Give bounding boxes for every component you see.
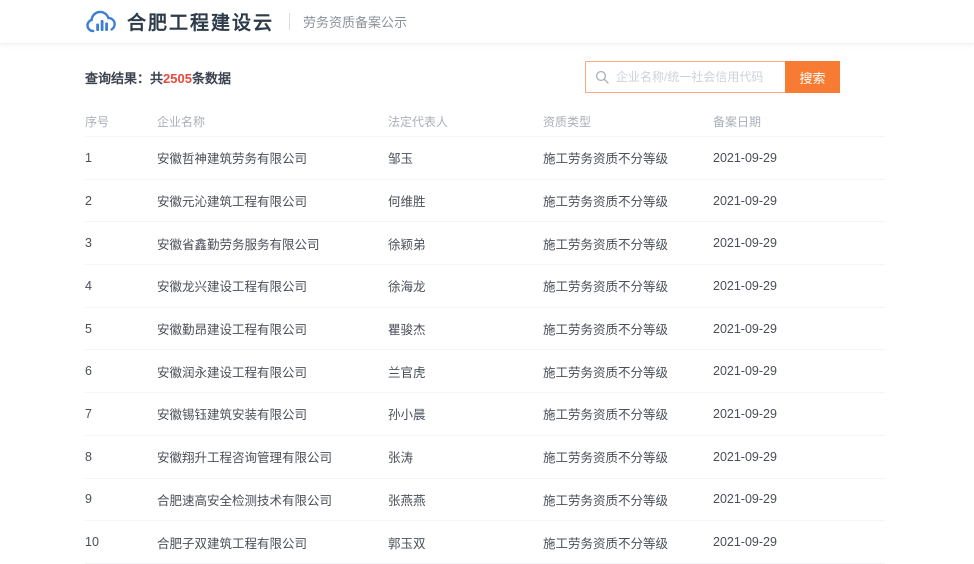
cell-representative: 徐海龙 [388,276,543,295]
cell-index: 10 [85,535,157,549]
table-row: 9 合肥速高安全检测技术有限公司 张燕燕 施工劳务资质不分等级 2021-09-… [85,479,885,522]
cell-index: 4 [85,279,157,293]
results-count: 2505 [163,71,192,86]
table-header-row: 序号 企业名称 法定代表人 资质类型 备案日期 [85,107,885,137]
table-row: 6 安徽润永建设工程有限公司 兰官虎 施工劳务资质不分等级 2021-09-29 [85,350,885,393]
cell-date: 2021-09-29 [713,450,885,464]
cell-qualification: 施工劳务资质不分等级 [543,533,713,552]
search-input[interactable] [616,70,776,84]
app-header: 合肥工程建设云 劳务资质备案公示 [0,0,974,44]
search-icon [595,70,609,84]
search-box [585,61,785,93]
cell-date: 2021-09-29 [713,407,885,421]
cell-representative: 兰官虎 [388,362,543,381]
results-suffix: 条数据 [192,71,231,86]
cell-date: 2021-09-29 [713,322,885,336]
cell-company: 安徽龙兴建设工程有限公司 [157,276,388,295]
cell-representative: 瞿骏杰 [388,319,543,338]
cell-date: 2021-09-29 [713,364,885,378]
table-row: 8 安徽翔升工程咨询管理有限公司 张涛 施工劳务资质不分等级 2021-09-2… [85,436,885,479]
cell-representative: 张燕燕 [388,490,543,509]
search-button[interactable]: 搜索 [785,61,840,93]
column-header-representative: 法定代表人 [388,113,543,130]
cell-index: 6 [85,364,157,378]
cell-date: 2021-09-29 [713,279,885,293]
cell-representative: 邹玉 [388,148,543,167]
table-row: 1 安徽哲神建筑劳务有限公司 邹玉 施工劳务资质不分等级 2021-09-29 [85,137,885,180]
cell-date: 2021-09-29 [713,194,885,208]
column-header-index: 序号 [85,113,157,130]
table-row: 2 安徽元沁建筑工程有限公司 何维胜 施工劳务资质不分等级 2021-09-29 [85,180,885,223]
table-row: 4 安徽龙兴建设工程有限公司 徐海龙 施工劳务资质不分等级 2021-09-29 [85,265,885,308]
cell-representative: 张涛 [388,447,543,466]
table-row: 10 合肥子双建筑工程有限公司 郭玉双 施工劳务资质不分等级 2021-09-2… [85,521,885,564]
cell-company: 安徽元沁建筑工程有限公司 [157,191,388,210]
cell-date: 2021-09-29 [713,492,885,506]
cell-company: 安徽哲神建筑劳务有限公司 [157,148,388,167]
cell-representative: 孙小晨 [388,404,543,423]
cell-company: 安徽勤昂建设工程有限公司 [157,319,388,338]
brand-title[interactable]: 合肥工程建设云 [127,8,274,35]
cell-index: 2 [85,194,157,208]
table-row: 3 安徽省鑫勤劳务服务有限公司 徐颖弟 施工劳务资质不分等级 2021-09-2… [85,222,885,265]
main-content: 查询结果：共2505条数据 搜索 序号 企业名称 法定代表人 资质类型 备案日期 [85,61,885,564]
cell-index: 5 [85,322,157,336]
results-prefix: 查询结果：共 [85,71,163,86]
cell-qualification: 施工劳务资质不分等级 [543,490,713,509]
cloud-chart-icon[interactable] [84,7,120,37]
cell-qualification: 施工劳务资质不分等级 [543,148,713,167]
cell-qualification: 施工劳务资质不分等级 [543,234,713,253]
cell-company: 合肥速高安全检测技术有限公司 [157,490,388,509]
cell-qualification: 施工劳务资质不分等级 [543,362,713,381]
header-divider [289,13,290,30]
results-summary: 查询结果：共2505条数据 [85,68,231,87]
cell-company: 安徽锡钰建筑安装有限公司 [157,404,388,423]
cell-qualification: 施工劳务资质不分等级 [543,276,713,295]
table-body: 1 安徽哲神建筑劳务有限公司 邹玉 施工劳务资质不分等级 2021-09-29 … [85,137,885,564]
cell-company: 合肥子双建筑工程有限公司 [157,533,388,552]
cell-company: 安徽润永建设工程有限公司 [157,362,388,381]
column-header-qualification: 资质类型 [543,113,713,130]
cell-index: 3 [85,236,157,250]
cell-qualification: 施工劳务资质不分等级 [543,319,713,338]
cell-index: 7 [85,407,157,421]
cell-representative: 郭玉双 [388,533,543,552]
search-group: 搜索 [585,61,840,93]
cell-company: 安徽翔升工程咨询管理有限公司 [157,447,388,466]
cell-qualification: 施工劳务资质不分等级 [543,447,713,466]
column-header-date: 备案日期 [713,113,885,130]
cell-representative: 何维胜 [388,191,543,210]
filings-table: 序号 企业名称 法定代表人 资质类型 备案日期 1 安徽哲神建筑劳务有限公司 邹… [85,107,885,564]
cell-company: 安徽省鑫勤劳务服务有限公司 [157,234,388,253]
cell-index: 1 [85,151,157,165]
cell-qualification: 施工劳务资质不分等级 [543,404,713,423]
cell-date: 2021-09-29 [713,151,885,165]
cell-index: 8 [85,450,157,464]
page-subtitle: 劳务资质备案公示 [303,12,407,31]
cell-index: 9 [85,492,157,506]
cell-representative: 徐颖弟 [388,234,543,253]
table-row: 7 安徽锡钰建筑安装有限公司 孙小晨 施工劳务资质不分等级 2021-09-29 [85,393,885,436]
cell-date: 2021-09-29 [713,236,885,250]
cell-qualification: 施工劳务资质不分等级 [543,191,713,210]
cell-date: 2021-09-29 [713,535,885,549]
column-header-company: 企业名称 [157,113,388,130]
results-bar: 查询结果：共2505条数据 搜索 [85,61,885,93]
table-row: 5 安徽勤昂建设工程有限公司 瞿骏杰 施工劳务资质不分等级 2021-09-29 [85,308,885,351]
